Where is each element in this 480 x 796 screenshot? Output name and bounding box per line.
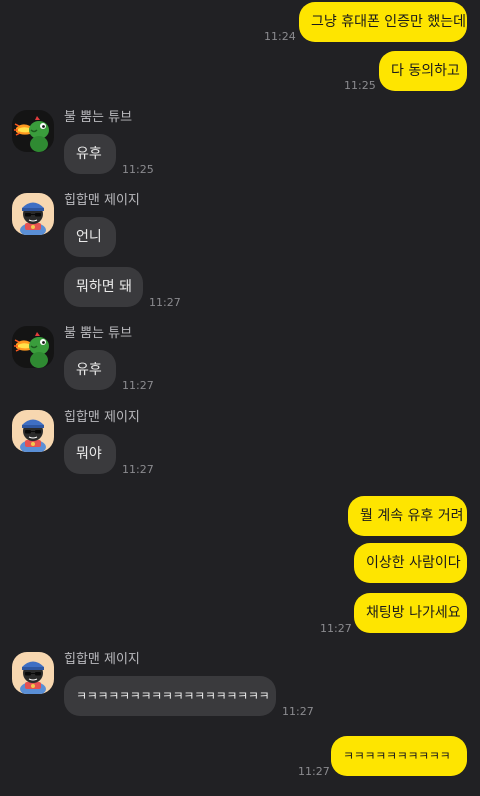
jay-g-icon bbox=[12, 410, 54, 452]
message-timestamp: 11:27 bbox=[320, 622, 352, 635]
my-message-bubble[interactable]: 이상한 사람이다 bbox=[354, 543, 467, 583]
tube-fire-icon bbox=[12, 110, 54, 152]
sender-name: 힙합맨 제이지 bbox=[64, 193, 140, 208]
tube-fire-avatar[interactable] bbox=[12, 326, 54, 368]
sender-name: 힙합맨 제이지 bbox=[64, 652, 140, 667]
message-timestamp: 11:27 bbox=[298, 765, 330, 778]
jay-g-avatar[interactable] bbox=[12, 193, 54, 235]
jay-g-avatar[interactable] bbox=[12, 410, 54, 452]
their-message-bubble[interactable]: 뭐야 bbox=[64, 434, 116, 474]
message-timestamp: 11:27 bbox=[122, 379, 154, 392]
sender-name: 힙합맨 제이지 bbox=[64, 410, 140, 425]
their-message-bubble[interactable]: 뭐하면 돼 bbox=[64, 267, 143, 307]
message-timestamp: 11:27 bbox=[122, 463, 154, 476]
my-message-bubble[interactable]: ㅋㅋㅋㅋㅋㅋㅋㅋㅋㅋ bbox=[331, 736, 467, 776]
my-message-bubble[interactable]: 다 동의하고 bbox=[379, 51, 467, 91]
my-message-bubble[interactable]: 뭘 계속 유후 거려 bbox=[348, 496, 467, 536]
tube-fire-icon bbox=[12, 326, 54, 368]
message-timestamp: 11:24 bbox=[264, 30, 296, 43]
jay-g-icon bbox=[12, 652, 54, 694]
tube-fire-avatar[interactable] bbox=[12, 110, 54, 152]
jay-g-icon bbox=[12, 193, 54, 235]
sender-name: 불 뿜는 튜브 bbox=[64, 326, 133, 341]
jay-g-avatar[interactable] bbox=[12, 652, 54, 694]
their-message-bubble[interactable]: 유후 bbox=[64, 350, 116, 390]
my-message-bubble[interactable]: 그냥 휴대폰 인증만 했는데 bbox=[299, 2, 467, 42]
message-timestamp: 11:27 bbox=[149, 296, 181, 309]
message-timestamp: 11:25 bbox=[122, 163, 154, 176]
message-timestamp: 11:25 bbox=[344, 79, 376, 92]
their-message-bubble[interactable]: 언니 bbox=[64, 217, 116, 257]
their-message-bubble[interactable]: 유후 bbox=[64, 134, 116, 174]
message-timestamp: 11:27 bbox=[282, 705, 314, 718]
their-message-bubble[interactable]: ㅋㅋㅋㅋㅋㅋㅋㅋㅋㅋㅋㅋㅋㅋㅋㅋㅋㅋ bbox=[64, 676, 276, 716]
my-message-bubble[interactable]: 채팅방 나가세요 bbox=[354, 593, 467, 633]
sender-name: 불 뿜는 튜브 bbox=[64, 110, 133, 125]
